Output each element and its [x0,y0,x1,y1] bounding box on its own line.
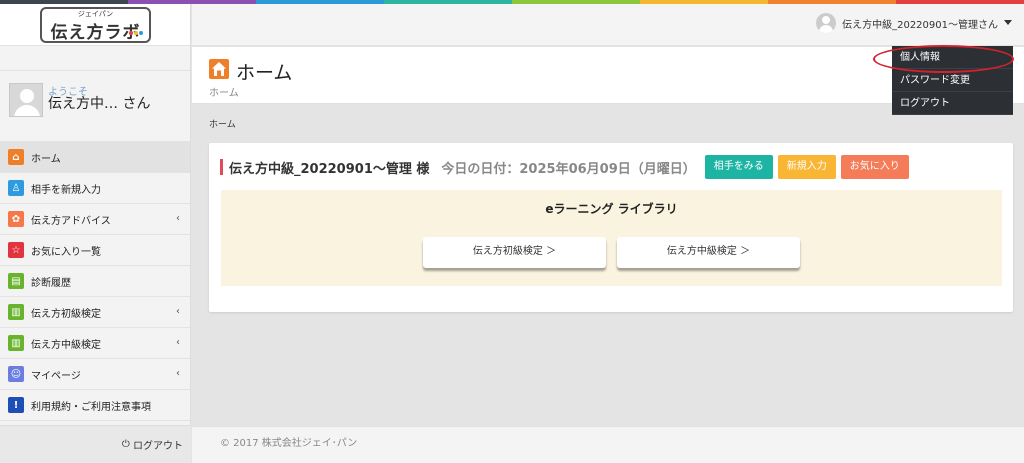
page-subtitle: ホーム [209,88,239,99]
book-icon: ▥ [8,335,24,351]
sidebar-item-label: 相手を新規入力 [31,184,101,196]
sidebar-item-intermediate-test[interactable]: ▥ 伝え方中級検定 ‹ [0,328,190,359]
user-add-icon: ♙ [8,180,24,196]
highlight-annotation [873,45,1014,73]
header-user-label: 伝え方中級_20220901～管理さん [842,19,998,31]
sidebar-item-label: マイページ [31,370,81,382]
new-entry-button[interactable]: 新規入力 [777,155,836,179]
sidebar-item-label: 伝え方初級検定 [31,308,101,320]
chevron-left-icon: ‹ [176,306,180,317]
sidebar-item-label: 伝え方中級検定 [31,339,101,351]
logo-dots [129,31,143,35]
home-card: 伝え方中級_20220901～管理 様 今日の日付：2025年06月09日（月曜… [209,143,1013,312]
chevron-left-icon: ‹ [176,337,180,348]
today-date: 今日の日付：2025年06月09日（月曜日） [441,161,696,177]
sidebar-logout-label: ログアウト [133,441,183,452]
sidebar-item-history[interactable]: ▤ 診断履歴 [0,266,190,297]
sidebar-item-new-partner[interactable]: ♙ 相手を新規入力 [0,173,190,204]
header-user-menu[interactable]: 伝え方中級_20220901～管理さん [816,13,998,33]
page-title: ホーム [236,62,293,84]
caret-down-icon[interactable] [1004,20,1012,25]
sidebar-menu: ⌂ ホーム ♙ 相手を新規入力 ✿ 伝え方アドバイス ‹ ☆ お気に入り一覧 ▤… [0,142,190,421]
sidebar-item-beginner-test[interactable]: ▥ 伝え方初級検定 ‹ [0,297,190,328]
sidebar-item-label: お気に入り一覧 [31,246,101,258]
breadcrumb: ホーム [209,120,236,130]
book-icon: ▥ [8,304,24,320]
sidebar-item-advice[interactable]: ✿ 伝え方アドバイス ‹ [0,204,190,235]
accent-bar [220,159,223,175]
avatar [816,13,837,33]
favorites-button[interactable]: お気に入り [840,155,909,179]
chevron-left-icon: ‹ [176,213,180,224]
sidebar-item-label: ホーム [31,153,61,165]
sidebar-item-label: 利用規約・ご利用注意事項 [31,401,151,413]
logo[interactable]: ジェイパン 伝え方ラボ [40,7,151,43]
document-icon: ▤ [8,273,24,289]
power-icon: ⏻ [121,439,133,450]
card-header: 伝え方中級_20220901～管理 様 今日の日付：2025年06月09日（月曜… [220,155,909,179]
home-icon [209,59,229,79]
home-icon: ⌂ [8,149,24,165]
logo-area: ジェイパン 伝え方ラボ [0,4,190,46]
elearning-title: eラーニング ライブラリ [545,202,678,216]
advice-icon: ✿ [8,211,24,227]
sidebar-item-label: 診断履歴 [31,277,71,289]
beginner-course-button[interactable]: 伝え方初級検定 ＞ [423,237,606,268]
sidebar-item-favorites[interactable]: ☆ お気に入り一覧 [0,235,190,266]
dropdown-item-logout[interactable]: ログアウト [892,92,1013,115]
sidebar: ジェイパン 伝え方ラボ ようこそ 伝え方中… さん ⌂ ホーム ♙ 相手を新規入… [0,4,191,463]
greeting-text: 伝え方中級_20220901～管理 様 [229,161,430,177]
user-name: 伝え方中… さん [48,96,151,112]
star-icon: ☆ [8,242,24,258]
sidebar-item-label: 伝え方アドバイス [31,215,111,227]
sidebar-item-mypage[interactable]: ☺ マイページ ‹ [0,359,190,390]
sidebar-item-terms[interactable]: ! 利用規約・ご利用注意事項 [0,390,190,421]
view-partners-button[interactable]: 相手をみる [704,155,773,179]
chevron-left-icon: ‹ [176,368,180,379]
user-panel: ようこそ 伝え方中… さん [0,70,190,142]
notice-icon: ! [8,397,24,413]
mypage-icon: ☺ [8,366,24,382]
intermediate-course-button[interactable]: 伝え方中級検定 ＞ [617,237,800,268]
sidebar-logout-button[interactable]: ⏻ ログアウト [0,425,191,463]
header: 伝え方中級_20220901～管理さん [192,4,1024,46]
elearning-library: eラーニング ライブラリ 伝え方初級検定 ＞ 伝え方中級検定 ＞ [221,190,1002,286]
sidebar-item-home[interactable]: ⌂ ホーム [0,142,190,173]
footer: © 2017 株式会社ジェイ･パン [192,426,1024,463]
avatar [9,83,43,117]
